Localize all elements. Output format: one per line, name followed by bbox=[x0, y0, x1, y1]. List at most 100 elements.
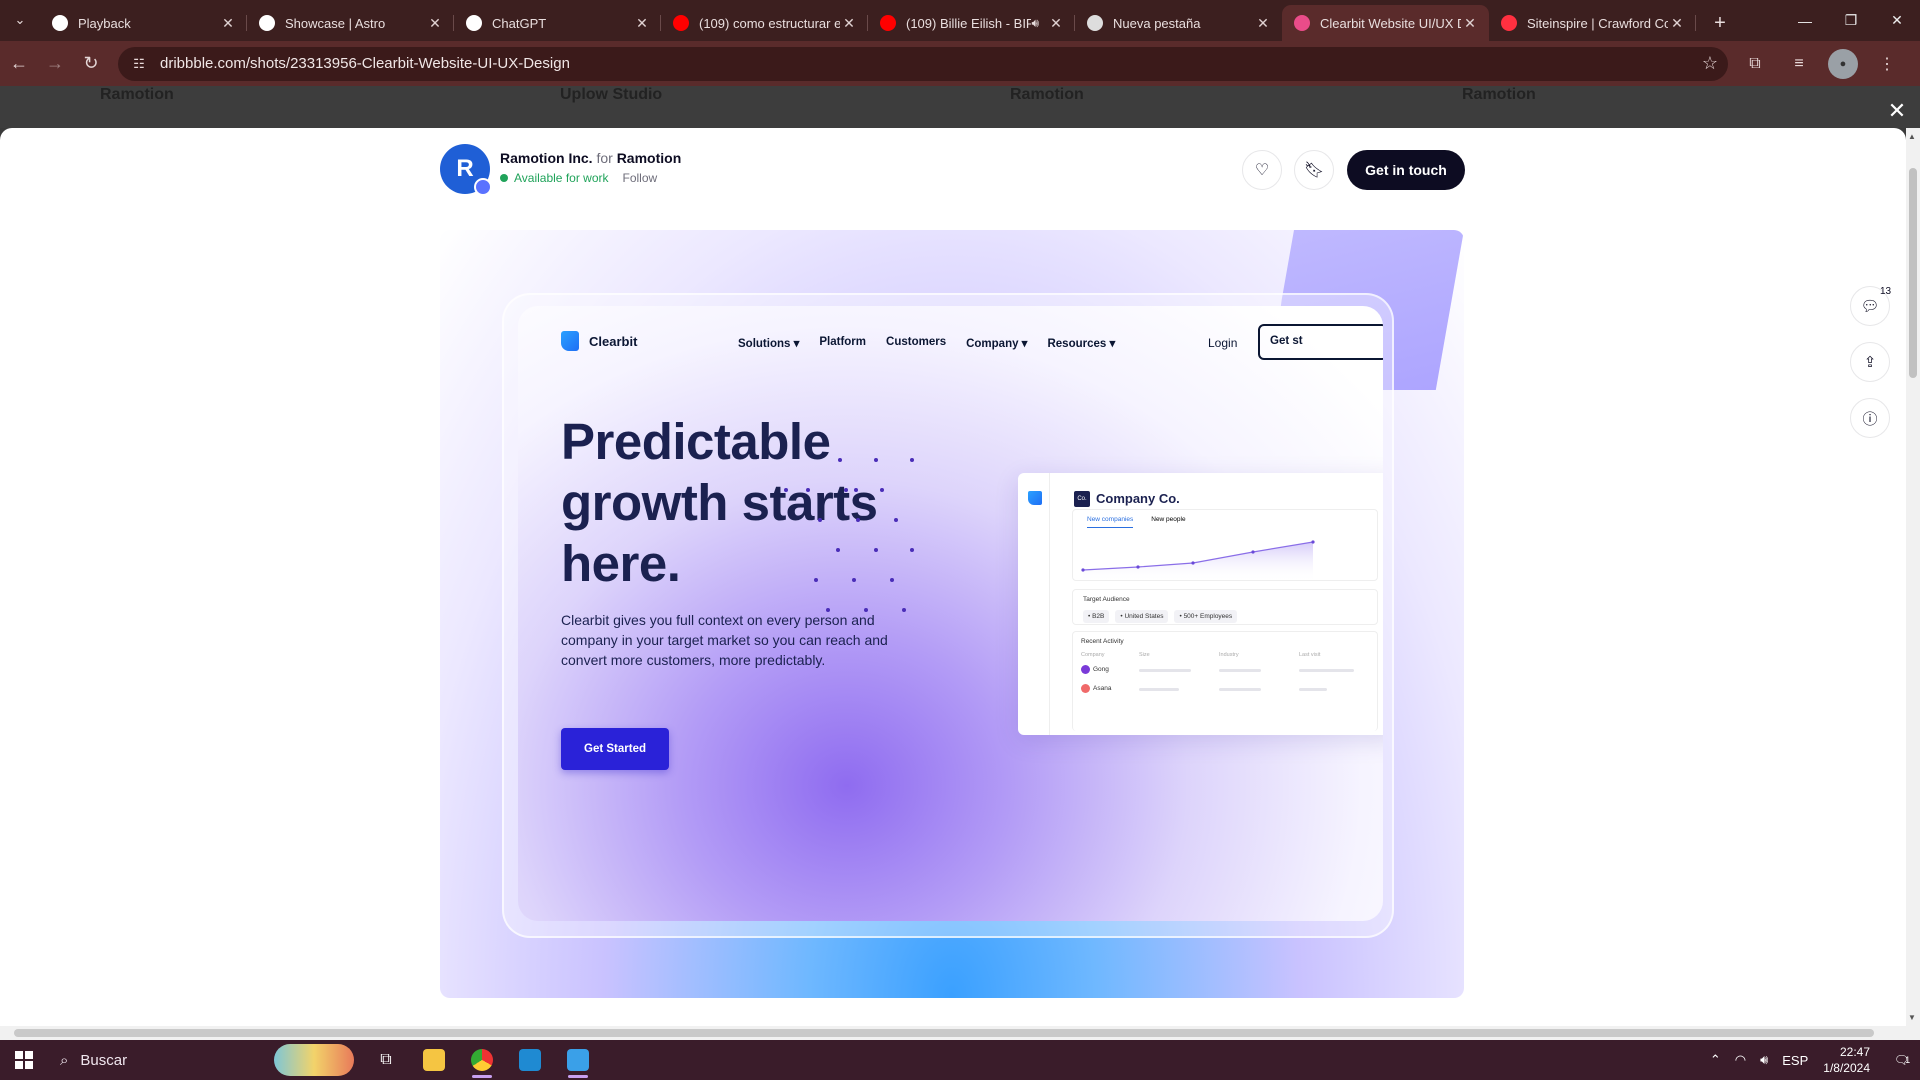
chevron-up-icon[interactable]: ⌃ bbox=[1710, 1052, 1721, 1068]
decorative-dot bbox=[890, 578, 894, 582]
author-avatar[interactable]: R bbox=[440, 144, 492, 196]
tab-title: Clearbit Website UI/UX De bbox=[1320, 15, 1461, 31]
taskbar-search[interactable]: ⌕ Buscar bbox=[48, 1040, 266, 1080]
for-word: for bbox=[596, 150, 613, 166]
language-indicator[interactable]: ESP bbox=[1782, 1053, 1808, 1068]
company-badge: Co. bbox=[1074, 491, 1090, 507]
vscode-button[interactable] bbox=[506, 1040, 554, 1080]
decorative-dot bbox=[894, 518, 898, 522]
author-line: Ramotion Inc. for Ramotion bbox=[500, 150, 681, 166]
author-name[interactable]: Ramotion Inc. bbox=[500, 150, 593, 166]
heart-icon: ♡ bbox=[1254, 162, 1270, 179]
clearbit-nav-item: Platform bbox=[819, 336, 867, 348]
tab-separator bbox=[1695, 15, 1696, 31]
vertical-scrollbar[interactable]: ▲ ▼ bbox=[1906, 128, 1920, 1026]
company-title: Company Co. bbox=[1096, 491, 1180, 506]
shot-header: R Ramotion Inc. for Ramotion Available f… bbox=[440, 144, 1465, 196]
media-control-icon[interactable]: ≡ bbox=[1784, 49, 1814, 79]
bg-author: Uplow Studio bbox=[560, 86, 663, 103]
save-button[interactable]: 🔖︎ bbox=[1294, 150, 1334, 190]
scrollbar-thumb[interactable] bbox=[14, 1029, 1874, 1037]
team-name[interactable]: Ramotion bbox=[617, 150, 682, 166]
clock-time: 22:47 bbox=[1839, 1045, 1870, 1059]
close-tab-icon[interactable]: ✕ bbox=[1254, 14, 1272, 32]
task-view-button[interactable]: ⧉ bbox=[362, 1040, 410, 1080]
bookmark-icon: 🔖︎ bbox=[1303, 162, 1325, 179]
search-highlight-image bbox=[274, 1044, 354, 1076]
tab-list: Playback ✕ Showcase | Astro ✕ ChatGPT ✕ (109) … bbox=[40, 5, 1696, 41]
close-tab-icon[interactable]: ✕ bbox=[633, 14, 651, 32]
browser-tab[interactable]: Nueva pestaña ✕ bbox=[1075, 5, 1282, 41]
chrome-icon bbox=[1087, 15, 1103, 31]
close-tab-icon[interactable]: ✕ bbox=[219, 14, 237, 32]
close-tab-icon[interactable]: ✕ bbox=[840, 14, 858, 32]
clearbit-logo: Clearbit bbox=[561, 331, 637, 351]
chrome-button[interactable] bbox=[458, 1040, 506, 1080]
decorative-dot bbox=[826, 608, 830, 612]
bg-author: Ramotion bbox=[1010, 86, 1084, 103]
background-shot-list: Ramotion Uplow Studio Ramotion Ramotion bbox=[0, 86, 1920, 128]
address-bar[interactable]: ☷ dribbble.com/shots/23313956-Clearbit-W… bbox=[118, 46, 1728, 81]
browser-tab[interactable]: (109) Billie Eilish - BIRD 🔊︎ ✕ bbox=[868, 5, 1075, 41]
site-info-icon[interactable]: ☷ bbox=[128, 53, 150, 75]
browser-tab[interactable]: Showcase | Astro ✕ bbox=[247, 5, 454, 41]
browser-tab[interactable]: ChatGPT ✕ bbox=[454, 5, 661, 41]
browser-tab[interactable]: (109) como estructurar el ✕ bbox=[661, 5, 868, 41]
new-tab-button[interactable]: + bbox=[1704, 7, 1736, 39]
browser-tab[interactable]: Clearbit Website UI/UX De ✕ bbox=[1282, 5, 1489, 41]
bookmark-star-icon[interactable]: ☆ bbox=[1702, 53, 1718, 74]
tab-title: (109) Billie Eilish - BIRD bbox=[906, 15, 1032, 31]
clearbit-nav-item: Customers bbox=[886, 336, 947, 348]
minimize-icon[interactable]: — bbox=[1782, 0, 1828, 41]
notifications-button[interactable]: 🗨︎ 1 bbox=[1884, 1040, 1920, 1080]
page-viewport: Ramotion Uplow Studio Ramotion Ramotion … bbox=[0, 86, 1920, 1026]
reload-icon[interactable]: ↻ bbox=[74, 47, 108, 81]
scroll-down-icon[interactable]: ▼ bbox=[1908, 1013, 1916, 1022]
col-head: Size bbox=[1139, 652, 1150, 658]
restore-icon[interactable]: ❐ bbox=[1828, 0, 1874, 41]
file-explorer-button[interactable] bbox=[410, 1040, 458, 1080]
clock[interactable]: 22:47 1/8/2024 bbox=[1823, 1044, 1870, 1076]
horizontal-scrollbar[interactable] bbox=[0, 1026, 1920, 1040]
profile-avatar[interactable]: ● bbox=[1828, 48, 1858, 79]
close-window-icon[interactable]: ✕ bbox=[1874, 0, 1920, 41]
close-tab-icon[interactable]: ✕ bbox=[1668, 14, 1686, 32]
photos-button[interactable] bbox=[554, 1040, 602, 1080]
follow-link[interactable]: Follow bbox=[623, 171, 658, 185]
tab-search-button[interactable]: ⌄ bbox=[6, 6, 34, 34]
close-shot-icon[interactable]: ✕ bbox=[1884, 98, 1910, 124]
scrollbar-thumb[interactable] bbox=[1909, 168, 1917, 378]
activity-row: Gong bbox=[1093, 666, 1109, 673]
like-button[interactable]: ♡ bbox=[1242, 150, 1282, 190]
forward-icon[interactable]: → bbox=[38, 47, 72, 81]
browser-tab[interactable]: Playback ✕ bbox=[40, 5, 247, 41]
decorative-dot bbox=[852, 578, 856, 582]
get-in-touch-button[interactable]: Get in touch bbox=[1347, 150, 1465, 190]
clearbit-mockup: Clearbit Solutions ▾ Platform Customers Com… bbox=[518, 306, 1383, 921]
volume-icon[interactable]: 🔊︎ bbox=[1760, 1052, 1768, 1068]
share-button[interactable]: ⇪ bbox=[1850, 342, 1890, 382]
decorative-dot bbox=[814, 578, 818, 582]
recent-activity-card: Recent Activity Company Size Industry La… bbox=[1072, 631, 1378, 731]
browser-tab[interactable]: Siteinspire | Crawford Cor ✕ bbox=[1489, 5, 1696, 41]
hero-subtitle: Clearbit gives you full context on every… bbox=[561, 612, 888, 668]
close-tab-icon[interactable]: ✕ bbox=[426, 14, 444, 32]
tab-title: (109) como estructurar el bbox=[699, 15, 840, 31]
url-text[interactable]: dribbble.com/shots/23313956-Clearbit-Web… bbox=[160, 55, 1702, 72]
details-button[interactable]: ⓘ bbox=[1850, 398, 1890, 438]
audio-playing-icon[interactable]: 🔊︎ bbox=[1031, 16, 1039, 31]
wifi-icon[interactable]: ◠ bbox=[1735, 1052, 1746, 1068]
decorative-dot bbox=[854, 488, 858, 492]
chrome-menu-icon[interactable]: ⋮ bbox=[1872, 49, 1902, 79]
system-tray: ⌃ ◠ 🔊︎ ESP 22:47 1/8/2024 🗨︎ 1 bbox=[1703, 1040, 1920, 1080]
close-tab-icon[interactable]: ✕ bbox=[1047, 14, 1065, 32]
close-tab-icon[interactable]: ✕ bbox=[1461, 14, 1479, 32]
extensions-icon[interactable]: ⧉ bbox=[1740, 49, 1770, 79]
scroll-up-icon[interactable]: ▲ bbox=[1908, 132, 1916, 141]
chrome-icon bbox=[471, 1049, 493, 1071]
openai-icon bbox=[466, 15, 482, 31]
decorative-dot bbox=[844, 488, 848, 492]
back-icon[interactable]: ← bbox=[2, 47, 36, 81]
start-button[interactable] bbox=[0, 1040, 48, 1080]
chip: • United States bbox=[1115, 610, 1169, 623]
